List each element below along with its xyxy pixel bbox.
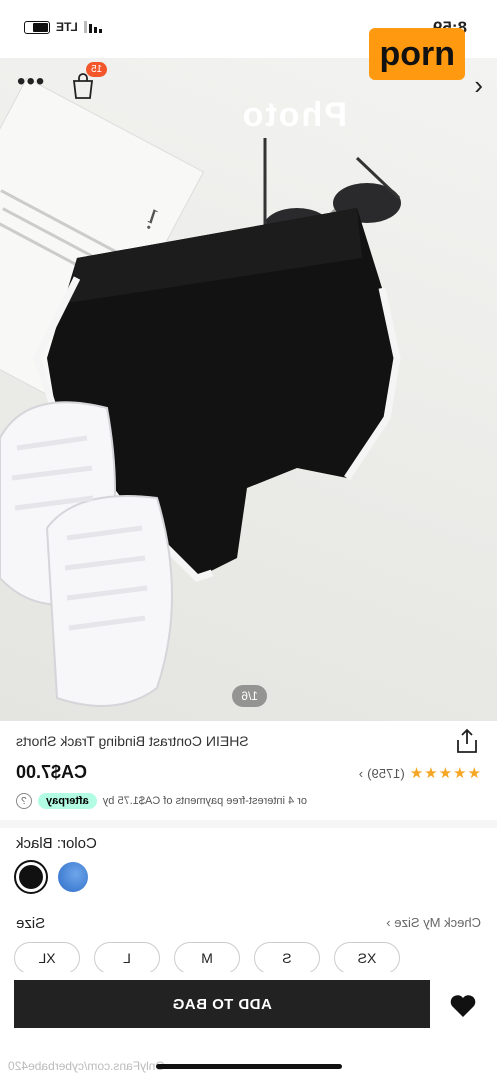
afterpay-text: or 4 interest-free payments of CA$1.75 b… [102, 795, 308, 807]
heart-icon[interactable] [449, 993, 477, 1019]
color-swatch-blue[interactable] [58, 862, 88, 892]
status-indicators: LTE [24, 20, 102, 34]
home-indicator[interactable] [156, 1064, 342, 1069]
size-options: XS S M L XL [14, 942, 400, 974]
share-icon[interactable] [455, 728, 479, 754]
product-photo: ᴉ [0, 77, 401, 707]
afterpay-logo: afterpay [38, 793, 97, 809]
rating-stars: ★★★★★ [408, 765, 481, 782]
divider [0, 820, 497, 828]
size-label: Size [16, 915, 46, 932]
bottom-bar: ADD TO BAG OnlyFans.com/cyberbabe420 [0, 972, 497, 1077]
size-option-xl[interactable]: XL [14, 942, 80, 974]
afterpay-row: or 4 interest-free payments of CA$1.75 b… [16, 793, 307, 809]
info-icon[interactable]: ? [16, 793, 32, 809]
brand-tag-text: porn [379, 34, 455, 73]
overlay-title: Photo [240, 96, 347, 134]
chevron-right-icon: › [358, 765, 364, 781]
more-options-icon[interactable]: ••• [16, 68, 44, 96]
color-label: Color: Black [16, 835, 97, 852]
product-title: SHEIN Contrast Binding Track Shorts [16, 733, 249, 749]
watermark-text: OnlyFans.com/cyberbabe420 [8, 1059, 165, 1073]
rating-link[interactable]: ★★★★★ (1759) › [359, 764, 481, 782]
check-my-size-link[interactable]: Check My Size › [386, 915, 481, 930]
network-label: LTE [56, 20, 78, 34]
product-image[interactable]: ᴉ [0, 58, 497, 721]
size-option-s[interactable]: S [254, 942, 320, 974]
shopping-bag-icon[interactable] [70, 72, 96, 100]
size-option-xs[interactable]: XS [334, 942, 400, 974]
chevron-right-icon: › [386, 915, 391, 930]
size-option-l[interactable]: L [94, 942, 160, 974]
brand-tag: porn [369, 28, 465, 80]
battery-icon [24, 20, 50, 34]
review-count: (1759) [367, 765, 405, 781]
add-to-bag-button[interactable]: ADD TO BAG [14, 980, 430, 1028]
check-my-size-label: Check My Size [394, 915, 481, 930]
signal-icon [83, 21, 102, 33]
product-price: CA$7.00 [16, 762, 88, 782]
image-counter: 1/6 [232, 685, 267, 707]
color-swatch-black[interactable] [14, 860, 48, 894]
size-option-m[interactable]: M [174, 942, 240, 974]
screen: 8:59 LTE ᴉ [0, 0, 497, 1077]
